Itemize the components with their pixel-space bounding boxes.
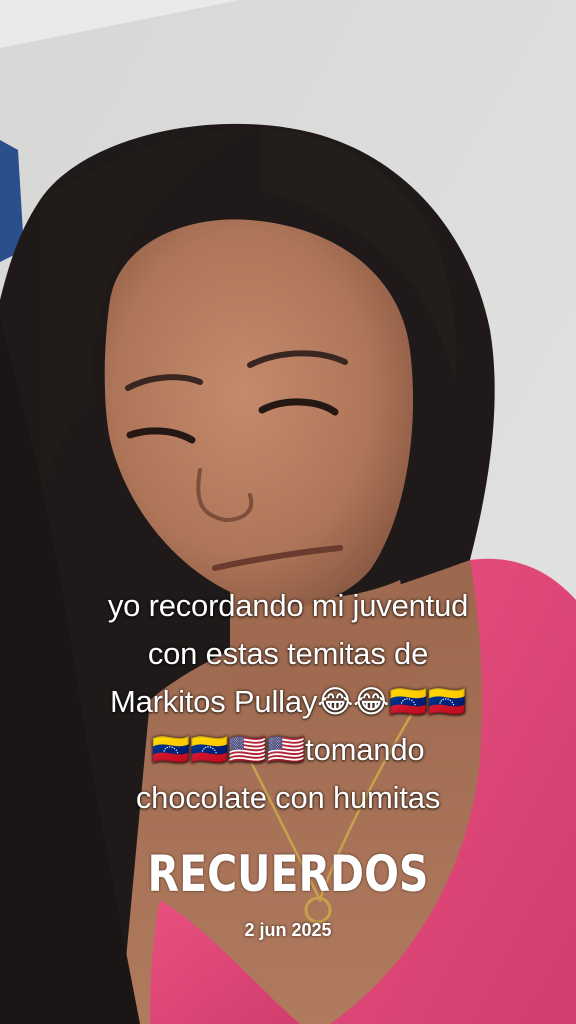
caption-line: con estas temitas de xyxy=(147,636,429,671)
caption-line: Markitos Pullay😂😂🇻🇪🇻🇪 xyxy=(109,684,466,719)
caption-line: yo recordando mi juventud xyxy=(107,588,469,623)
recuerdos-title: RECUERDOS xyxy=(147,845,429,903)
caption-line: chocolate con humitas xyxy=(135,780,441,815)
caption-text: yo recordando mi juventud con estas temi… xyxy=(40,582,536,822)
video-frame: yo recordando mi juventud con estas temi… xyxy=(0,0,576,1024)
caption-line: 🇻🇪🇻🇪🇺🇸🇺🇸tomando xyxy=(151,732,425,767)
memory-date: 2 jun 2025 xyxy=(244,920,332,940)
